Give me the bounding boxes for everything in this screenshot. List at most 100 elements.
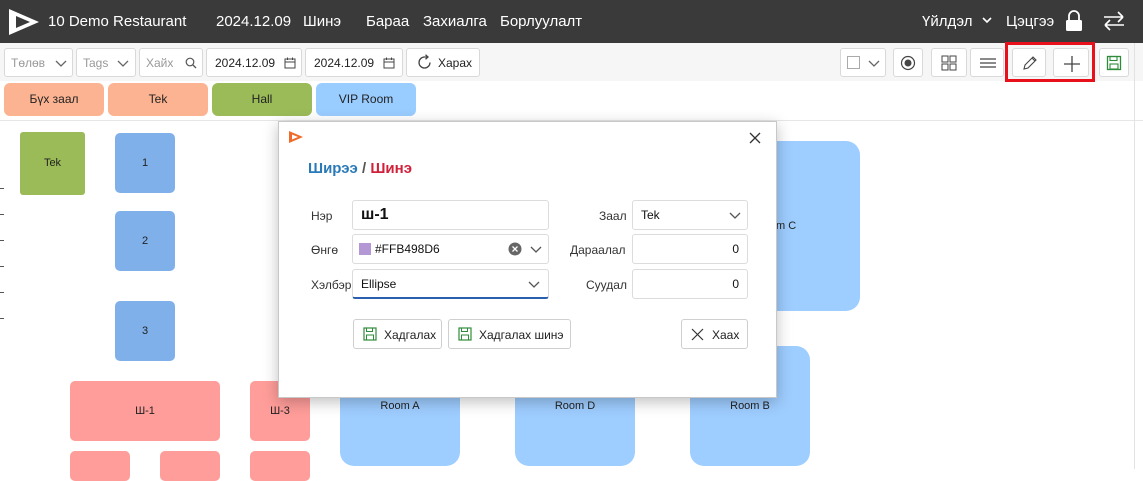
- status-placeholder: Төлөв: [11, 56, 46, 70]
- save-icon: [1106, 55, 1122, 71]
- name-value: ш-1: [361, 206, 389, 223]
- operation-menu[interactable]: Үйлдэл: [922, 13, 972, 30]
- table-item[interactable]: [250, 451, 310, 481]
- name-label: Нэр: [311, 209, 333, 223]
- shape-value: Ellipse: [361, 277, 397, 291]
- select-all-dropdown[interactable]: [840, 48, 886, 77]
- edge-mark: [0, 240, 4, 241]
- close-label: Хаах: [712, 328, 740, 342]
- chevron-down-icon: [982, 17, 992, 24]
- tab-hall[interactable]: Hall: [212, 83, 312, 116]
- calendar-icon[interactable]: [383, 57, 395, 69]
- view-button[interactable]: Харах: [406, 48, 480, 77]
- chevron-down-icon[interactable]: [530, 246, 542, 254]
- clear-icon[interactable]: [508, 242, 522, 256]
- scrollbar-track[interactable]: [1134, 43, 1135, 469]
- tab-tek[interactable]: Tek: [108, 83, 208, 116]
- order-label: Дараалал: [570, 243, 626, 257]
- menu-icon: [980, 58, 996, 68]
- save-button[interactable]: Хадгалах: [353, 319, 442, 349]
- close-button[interactable]: Хаах: [681, 319, 748, 349]
- name-field[interactable]: ш-1: [352, 200, 549, 230]
- color-swatch: [359, 243, 371, 255]
- edge-mark: [0, 318, 4, 319]
- hall-select[interactable]: Tek: [632, 200, 748, 230]
- search-input[interactable]: Хайх: [139, 48, 203, 77]
- table-dialog: Ширээ / Шинэ Нэр ш-1 Өнгө #FFB498D6 Хэлб…: [278, 121, 777, 398]
- save-new-button[interactable]: Хадгалах шинэ: [448, 319, 571, 349]
- tab-all-halls[interactable]: Бүх заал: [4, 83, 104, 116]
- save-layout-button[interactable]: [1099, 48, 1129, 77]
- record-button[interactable]: [893, 48, 923, 77]
- close-icon[interactable]: [749, 132, 761, 144]
- table-2[interactable]: 2: [115, 211, 175, 271]
- tab-vip-room[interactable]: VIP Room: [316, 83, 416, 116]
- date-to-value: 2024.12.09: [314, 56, 375, 70]
- user-name[interactable]: Цэцгээ: [1006, 13, 1054, 30]
- app-logo-icon: [289, 131, 303, 143]
- checkbox[interactable]: [847, 56, 860, 69]
- edge-mark: [0, 292, 4, 293]
- top-bar: 10 Demo Restaurant 2024.12.09 Шинэ Бараа…: [0, 0, 1143, 43]
- seat-value: 0: [732, 277, 739, 291]
- tags-placeholder: Tags: [83, 56, 109, 70]
- table-item[interactable]: [70, 451, 130, 481]
- seat-input[interactable]: 0: [632, 269, 748, 299]
- grid-icon: [941, 55, 957, 71]
- color-picker[interactable]: #FFB498D6: [352, 234, 549, 264]
- swap-icon[interactable]: [1102, 10, 1126, 32]
- edge-mark: [0, 266, 4, 267]
- grid-view-button[interactable]: [931, 48, 967, 77]
- close-icon: [691, 328, 704, 341]
- nav-sales[interactable]: Борлуулалт: [500, 13, 582, 30]
- app-logo-icon[interactable]: [6, 7, 42, 37]
- chevron-down-icon: [117, 60, 129, 67]
- tags-select[interactable]: Tags: [76, 48, 136, 77]
- date-from-picker[interactable]: 2024.12.09: [206, 48, 302, 77]
- table-sh-1[interactable]: Ш-1: [70, 381, 220, 441]
- save-new-label: Хадгалах шинэ: [479, 328, 564, 342]
- status-select[interactable]: Төлөв: [4, 48, 73, 77]
- edge-mark: [0, 188, 4, 189]
- nav-new[interactable]: Шинэ: [303, 13, 341, 30]
- save-label: Хадгалах: [384, 328, 437, 342]
- nav-orders[interactable]: Захиалга: [423, 13, 487, 30]
- dialog-title-separator: /: [357, 160, 371, 177]
- shape-select[interactable]: Ellipse: [352, 269, 549, 299]
- order-input[interactable]: 0: [632, 234, 748, 264]
- lock-icon[interactable]: [1064, 10, 1084, 32]
- seat-label: Суудал: [586, 278, 627, 292]
- brand-name[interactable]: 10 Demo Restaurant: [48, 13, 186, 30]
- table-tek[interactable]: Tek: [20, 132, 85, 195]
- table-1[interactable]: 1: [115, 133, 175, 193]
- table-item[interactable]: [160, 451, 220, 481]
- view-label: Харах: [438, 56, 473, 70]
- search-placeholder: Хайх: [146, 56, 174, 70]
- dialog-title: Ширээ / Шинэ: [308, 160, 412, 177]
- edge-mark: [0, 214, 4, 215]
- hall-value: Tek: [641, 208, 660, 222]
- date-from-value: 2024.12.09: [215, 56, 276, 70]
- color-label: Өнгө: [311, 243, 339, 257]
- search-icon: [185, 57, 197, 69]
- toolbar: Төлөв Tags Хайх 2024.12.09 2024.12.09 Ха…: [0, 43, 1143, 81]
- shape-label: Хэлбэр: [311, 278, 352, 292]
- dialog-title-entity: Ширээ: [308, 160, 358, 177]
- order-value: 0: [732, 242, 739, 256]
- current-date: 2024.12.09: [216, 13, 292, 30]
- chevron-down-icon: [55, 60, 67, 67]
- save-icon: [458, 327, 472, 341]
- list-view-button[interactable]: [970, 48, 1004, 77]
- color-value: #FFB498D6: [375, 242, 440, 256]
- dialog-title-mode: Шинэ: [370, 160, 412, 177]
- calendar-icon[interactable]: [284, 57, 296, 69]
- nav-products[interactable]: Бараа: [366, 13, 409, 30]
- chevron-down-icon: [528, 281, 540, 288]
- save-icon: [363, 327, 377, 341]
- date-to-picker[interactable]: 2024.12.09: [305, 48, 403, 77]
- refresh-icon: [418, 54, 431, 69]
- chevron-down-icon: [729, 212, 741, 219]
- room-c-label: m C: [776, 220, 797, 232]
- chevron-down-icon: [868, 60, 880, 67]
- table-3[interactable]: 3: [115, 301, 175, 361]
